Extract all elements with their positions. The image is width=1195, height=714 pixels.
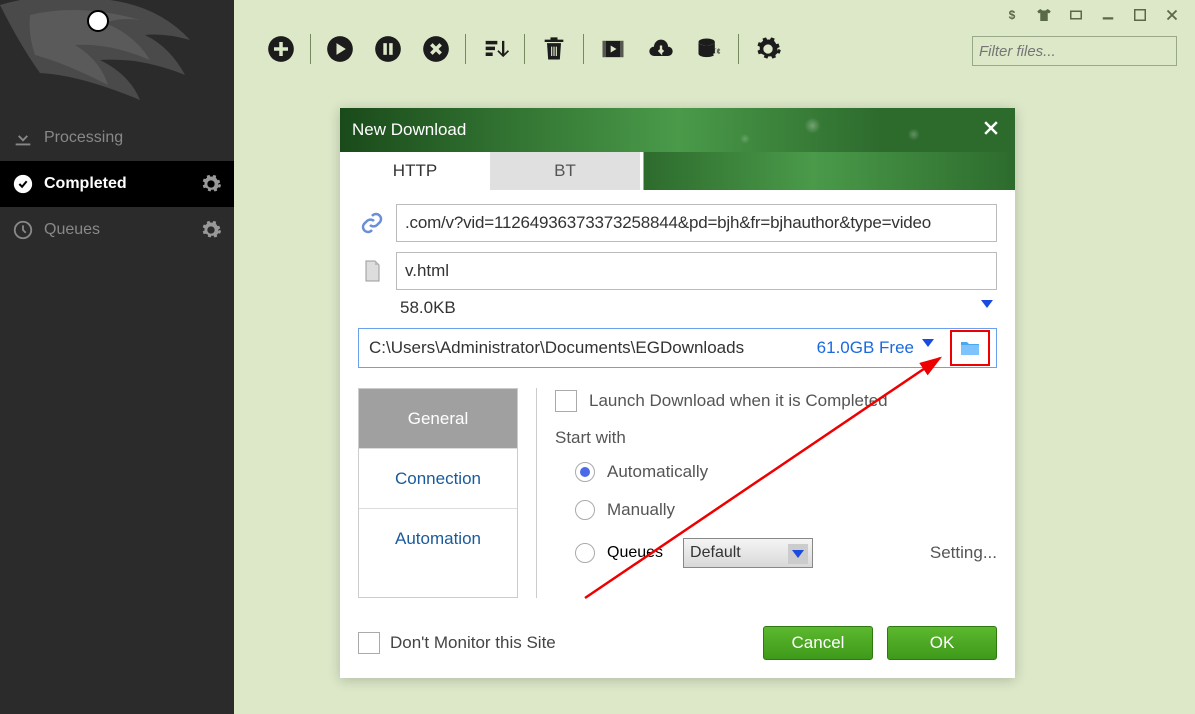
radio-automatically[interactable] <box>575 462 595 482</box>
database-button[interactable] <box>692 32 726 66</box>
logo-area <box>0 0 234 115</box>
file-icon <box>358 259 386 283</box>
dont-monitor-label: Don't Monitor this Site <box>390 633 556 653</box>
separator <box>524 34 525 64</box>
folder-icon <box>958 336 982 360</box>
maximize-icon[interactable] <box>1125 4 1155 26</box>
add-button[interactable] <box>264 32 298 66</box>
browse-folder-button[interactable] <box>950 330 990 366</box>
close-icon[interactable] <box>1157 4 1187 26</box>
filter-box[interactable] <box>972 36 1177 66</box>
pause-button[interactable] <box>371 32 405 66</box>
setting-link[interactable]: Setting... <box>930 543 997 563</box>
filesize-label: 58.0KB <box>400 298 456 318</box>
dialog-title: New Download <box>352 120 466 140</box>
gear-icon[interactable] <box>200 219 222 241</box>
settings-side-tabs: General Connection Automation <box>358 388 518 598</box>
side-tab-general[interactable]: General <box>359 389 517 449</box>
tab-http[interactable]: HTTP <box>340 152 490 190</box>
filename-input[interactable] <box>396 252 997 290</box>
side-tab-automation[interactable]: Automation <box>359 509 517 569</box>
radio-queues[interactable] <box>575 543 595 563</box>
minimize-icon[interactable] <box>1093 4 1123 26</box>
divider <box>536 388 537 598</box>
new-download-dialog: New Download HTTP BT 58.0KB C:\Users\Adm… <box>340 108 1015 678</box>
start-with-label: Start with <box>555 428 997 448</box>
shirt-icon[interactable] <box>1029 4 1059 26</box>
download-icon <box>12 127 34 149</box>
sidebar-item-processing[interactable]: Processing <box>0 115 234 161</box>
radio-manual-label: Manually <box>607 500 675 520</box>
filter-input[interactable] <box>979 43 1180 60</box>
sidebar-item-label: Processing <box>44 129 123 147</box>
clock-icon <box>12 219 34 241</box>
general-options: Launch Download when it is Completed Sta… <box>555 388 997 598</box>
url-input[interactable] <box>396 204 997 242</box>
launch-checkbox[interactable] <box>555 390 577 412</box>
play-button[interactable] <box>323 32 357 66</box>
dialog-tabs: HTTP BT <box>340 152 1015 190</box>
svg-text:$: $ <box>1009 8 1016 22</box>
dialog-footer: Don't Monitor this Site Cancel OK <box>340 616 1015 678</box>
location-box: C:\Users\Administrator\Documents\EGDownl… <box>358 328 997 368</box>
sidebar-item-queues[interactable]: Queues <box>0 207 234 253</box>
radio-queues-label: Queues <box>607 544 663 562</box>
tab-bt[interactable]: BT <box>490 152 640 190</box>
stop-button[interactable] <box>419 32 453 66</box>
sidebar: Processing Completed Queues <box>0 0 234 714</box>
separator <box>583 34 584 64</box>
trash-button[interactable] <box>537 32 571 66</box>
separator <box>738 34 739 64</box>
titlebar: $ <box>997 4 1187 26</box>
sidebar-item-completed[interactable]: Completed <box>0 161 234 207</box>
cloud-download-button[interactable] <box>644 32 678 66</box>
dialog-header: New Download <box>340 108 1015 152</box>
sidebar-item-label: Completed <box>44 175 127 193</box>
gear-icon[interactable] <box>200 173 222 195</box>
top-area: $ <box>234 0 1195 90</box>
queue-selected-value: Default <box>690 544 741 562</box>
dialog-close-button[interactable] <box>981 118 1005 142</box>
compact-icon[interactable] <box>1061 4 1091 26</box>
check-circle-icon <box>12 173 34 195</box>
sidebar-item-label: Queues <box>44 221 100 239</box>
side-tab-connection[interactable]: Connection <box>359 449 517 509</box>
separator <box>465 34 466 64</box>
settings-button[interactable] <box>751 32 785 66</box>
link-icon <box>358 211 386 235</box>
launch-label: Launch Download when it is Completed <box>589 391 888 411</box>
ok-button[interactable]: OK <box>887 626 997 660</box>
dont-monitor-checkbox[interactable] <box>358 632 380 654</box>
eagle-logo-icon <box>0 0 210 115</box>
radio-auto-label: Automatically <box>607 462 708 482</box>
radio-manually[interactable] <box>575 500 595 520</box>
cancel-button[interactable]: Cancel <box>763 626 873 660</box>
location-dropdown[interactable] <box>922 339 940 357</box>
filesize-dropdown[interactable] <box>981 300 993 308</box>
sort-button[interactable] <box>478 32 512 66</box>
location-path: C:\Users\Administrator\Documents\EGDownl… <box>369 338 817 358</box>
dollar-icon[interactable]: $ <box>997 4 1027 26</box>
free-space-label: 61.0GB Free <box>817 338 914 358</box>
queue-select[interactable]: Default <box>683 538 813 568</box>
separator <box>310 34 311 64</box>
video-button[interactable] <box>596 32 630 66</box>
